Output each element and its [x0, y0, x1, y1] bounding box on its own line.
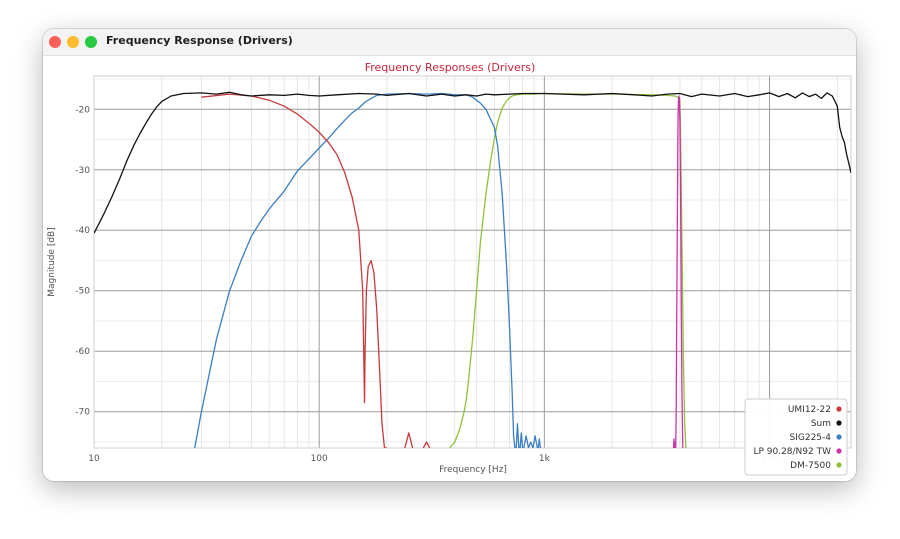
- y-tick-label: -50: [75, 287, 90, 297]
- y-tick-label: -20: [75, 105, 90, 115]
- legend: UMI12-22 Sum SIG225-4 LP 90.28/N92 TW DM-750…: [744, 398, 848, 476]
- zoom-window-button[interactable]: [85, 36, 97, 48]
- x-tick-label: 100: [311, 454, 328, 464]
- legend-marker: [836, 462, 842, 468]
- y-tick-label: -40: [75, 226, 90, 236]
- legend-label: Sum: [811, 419, 831, 429]
- legend-marker: [836, 448, 842, 454]
- legend-label: UMI12-22: [788, 405, 831, 415]
- chart-area: Frequency Responses (Drivers) 101001k10k…: [43, 56, 856, 481]
- chart-background: [43, 56, 856, 481]
- y-tick-label: -60: [75, 347, 90, 357]
- window-titlebar: Frequency Response (Drivers): [43, 29, 856, 56]
- x-tick-label: 1k: [539, 454, 551, 464]
- x-axis-label: Frequency [Hz]: [439, 465, 507, 475]
- x-tick-label: 10: [88, 454, 100, 464]
- legend-marker: [836, 434, 842, 440]
- minimize-window-button[interactable]: [67, 36, 79, 48]
- y-tick-label: -70: [75, 408, 90, 418]
- legend-label: DM-7500: [790, 461, 831, 471]
- frequency-response-chart[interactable]: Frequency Responses (Drivers) 101001k10k…: [43, 56, 856, 481]
- legend-label: SIG225-4: [790, 433, 832, 443]
- close-window-button[interactable]: [49, 36, 61, 48]
- y-axis-label: Magnitude [dB]: [47, 227, 57, 296]
- chart-title: Frequency Responses (Drivers): [365, 61, 536, 74]
- window-title: Frequency Response (Drivers): [106, 34, 293, 47]
- y-tick-label: -30: [75, 166, 90, 176]
- legend-label: LP 90.28/N92 TW: [753, 447, 831, 457]
- app-window: Frequency Response (Drivers) Frequency R…: [43, 29, 856, 481]
- legend-marker: [836, 420, 842, 426]
- legend-marker: [836, 406, 842, 412]
